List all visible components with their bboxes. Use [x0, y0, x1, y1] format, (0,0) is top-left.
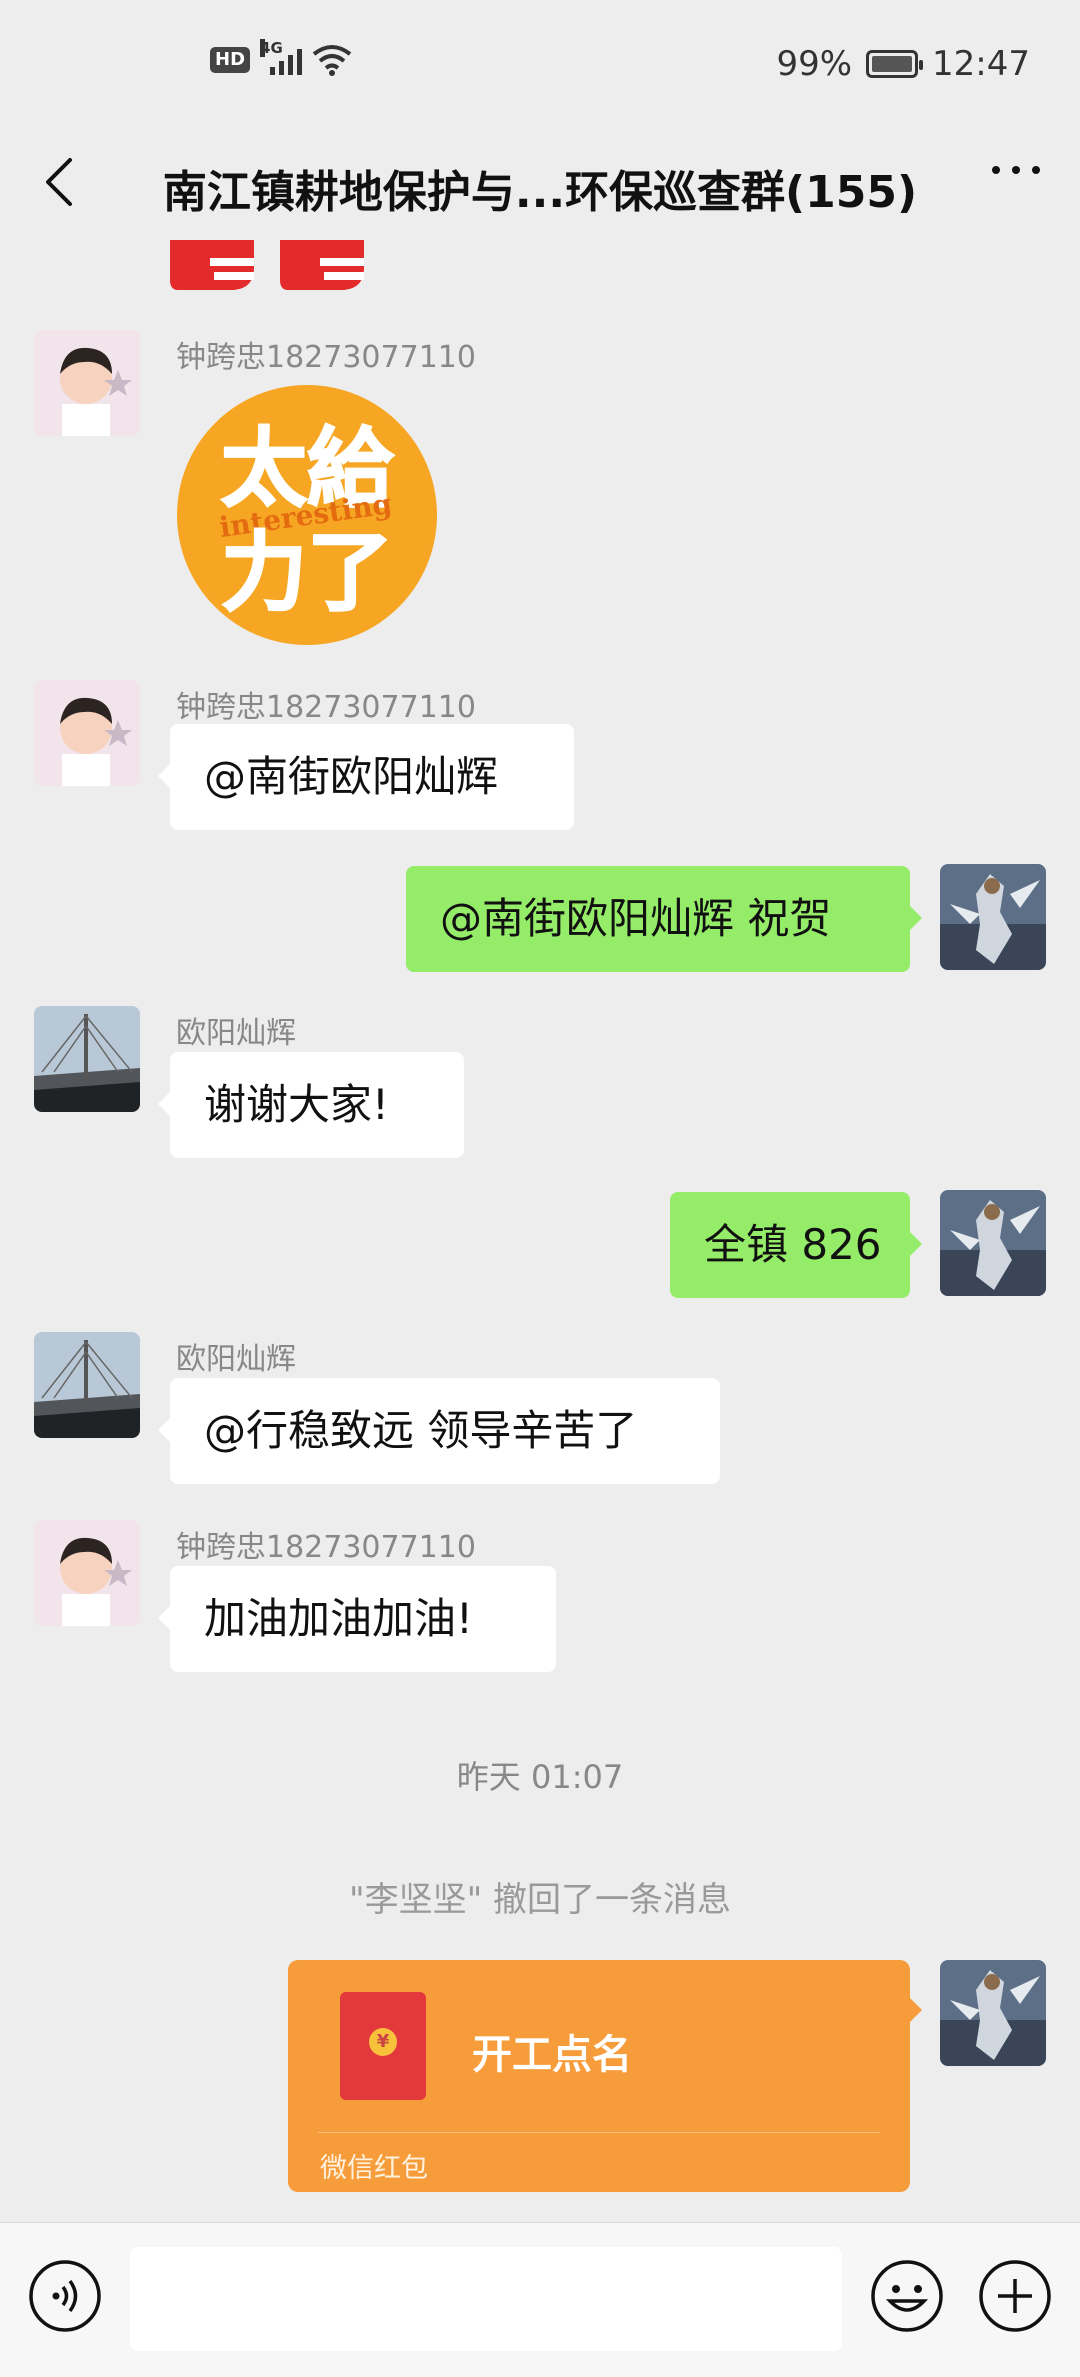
recall-notice: "李坚坚" 撤回了一条消息	[348, 1880, 732, 1920]
message-bubble[interactable]: @南街欧阳灿辉	[158, 724, 574, 830]
avatar[interactable]	[34, 680, 140, 786]
clock: 12:47	[932, 44, 1030, 84]
my-avatar[interactable]	[940, 864, 1046, 970]
avatar[interactable]	[34, 1006, 140, 1112]
timestamp: 昨天 01:07	[456, 1758, 624, 1796]
status-left: HD 4G	[210, 39, 352, 76]
sender-name: 钟跨忠18273077110	[176, 690, 476, 725]
sticker-image: 太給 interesting 力了	[177, 385, 437, 645]
red-packet-card[interactable]: ¥ 开工点名 微信红包	[288, 1960, 922, 2192]
sender-name: 欧阳灿辉	[176, 1016, 296, 1051]
sender-name: 钟跨忠18273077110	[176, 1530, 476, 1565]
my-avatar[interactable]	[940, 1190, 1046, 1296]
message-bubble[interactable]: 加油加油加油!	[158, 1566, 556, 1672]
more-dots-icon[interactable]	[992, 166, 1040, 174]
my-avatar[interactable]	[940, 1960, 1046, 2066]
avatar[interactable]	[34, 1332, 140, 1438]
sender-name: 钟跨忠18273077110	[176, 340, 476, 375]
status-right: 99% 12:47	[776, 44, 1030, 84]
red-packet-footer: 微信红包	[320, 2153, 428, 2184]
message-input[interactable]	[130, 2247, 842, 2351]
avatar[interactable]	[34, 330, 140, 436]
battery-icon	[866, 50, 924, 78]
message-bubble[interactable]: @行稳致远 领导辛苦了	[158, 1378, 720, 1484]
message-list[interactable]: 钟跨忠18273077110 太給 interesting 力了 钟跨忠1827…	[0, 240, 1080, 2220]
divider	[318, 2132, 880, 2133]
battery-percent: 99%	[776, 44, 853, 84]
emoji-icon[interactable]	[870, 2259, 944, 2333]
thumbs-up-sticker[interactable]	[170, 240, 370, 296]
message-bubble[interactable]: 全镇 826	[670, 1192, 922, 1298]
message-bubble[interactable]: @南街欧阳灿辉 祝贺	[406, 866, 922, 972]
message-bubble[interactable]: 谢谢大家!	[158, 1052, 464, 1158]
input-bar	[0, 2222, 1080, 2377]
avatar[interactable]	[34, 1520, 140, 1626]
signal-icon: 4G	[260, 39, 303, 75]
wifi-icon	[312, 45, 352, 76]
chat-title: 南江镇耕地保护与...环保巡查群(155)	[162, 167, 918, 218]
sender-name: 欧阳灿辉	[176, 1342, 296, 1377]
status-bar: HD 4G 99% 12:47	[0, 0, 1080, 130]
sticker-text-bottom: 力了	[221, 523, 393, 623]
plus-circle-icon[interactable]	[978, 2259, 1052, 2333]
red-packet-title: 开工点名	[472, 2032, 632, 2078]
sticker-message[interactable]: 太給 interesting 力了	[172, 380, 442, 650]
chat-header: 南江镇耕地保护与...环保巡查群(155)	[0, 130, 1080, 240]
hd-badge: HD	[210, 47, 251, 73]
coin-icon: ¥	[369, 2028, 397, 2056]
voice-icon[interactable]	[28, 2259, 102, 2333]
thumbs-up-icon	[170, 240, 364, 290]
red-packet-icon: ¥	[340, 1992, 426, 2100]
network-type: 4G	[260, 39, 283, 57]
